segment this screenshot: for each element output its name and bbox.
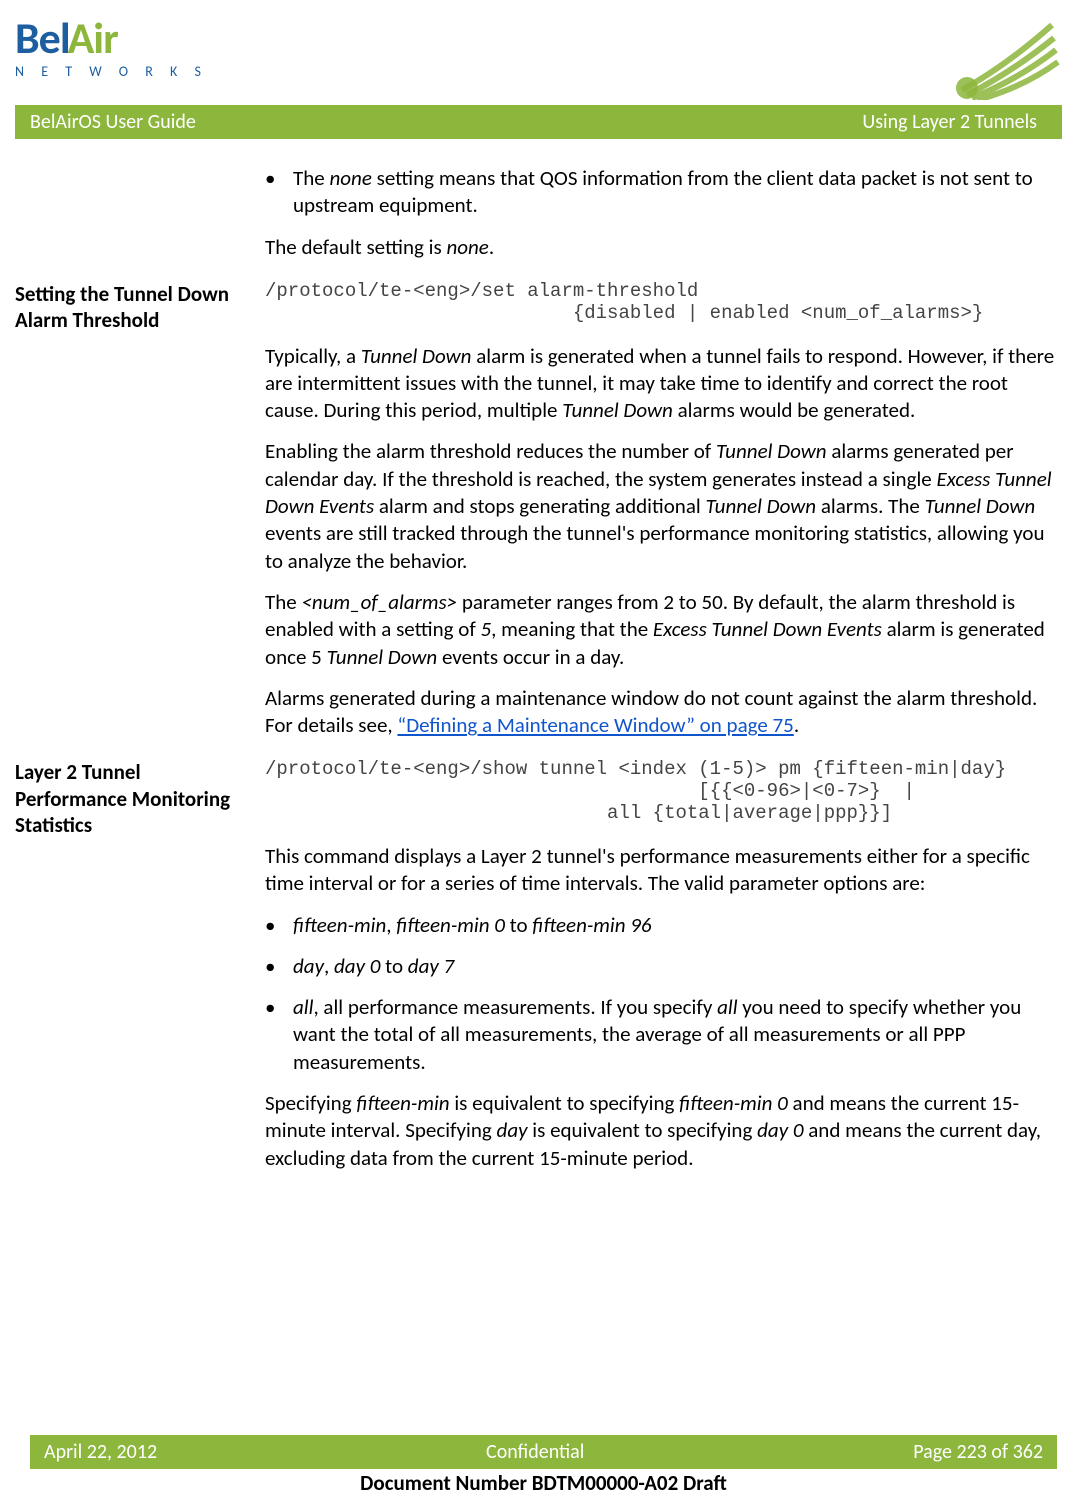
title-bar: BelAirOS User Guide Using Layer 2 Tunnel…: [15, 105, 1062, 139]
section2-cmd: /protocol/te-<eng>/show tunnel <index (1…: [265, 759, 1057, 825]
section1-cmd: /protocol/te-<eng>/set alarm-threshold {…: [265, 281, 1057, 325]
section1-p4: Alarms generated during a maintenance wi…: [265, 685, 1057, 740]
footer-date: April 22, 2012: [44, 1439, 157, 1465]
logo-sub: N E T W O R K S: [15, 63, 215, 81]
section2-b3: all, all performance measurements. If yo…: [293, 994, 1057, 1076]
logo: BelAir N E T W O R K S: [15, 10, 215, 81]
bullet-icon: •: [265, 912, 293, 939]
swoosh-icon: [942, 10, 1062, 100]
footer-confidential: Confidential: [486, 1439, 584, 1465]
section1-p1: Typically, a Tunnel Down alarm is genera…: [265, 343, 1057, 425]
section1-label: Setting the Tunnel Down Alarm Threshold: [15, 281, 240, 334]
maintenance-window-link[interactable]: “Defining a Maintenance Window” on page …: [397, 712, 793, 738]
section2-p2: Specifying fifteen-min is equivalent to …: [265, 1090, 1057, 1172]
footer-page: Page 223 of 362: [913, 1439, 1043, 1465]
document-number: Document Number BDTM00000-A02 Draft: [0, 1470, 1087, 1497]
footer-bar: April 22, 2012 Confidential Page 223 of …: [30, 1435, 1057, 1469]
bullet-icon: •: [265, 165, 293, 220]
bullet-icon: •: [265, 994, 293, 1076]
section1-p2: Enabling the alarm threshold reduces the…: [265, 438, 1057, 574]
section2-label: Layer 2 Tunnel Performance Monitoring St…: [15, 759, 240, 838]
intro-default: The default setting is none.: [265, 234, 1057, 261]
section2-p1: This command displays a Layer 2 tunnel's…: [265, 843, 1057, 898]
title-right: Using Layer 2 Tunnels: [862, 109, 1037, 135]
section2-b1: fifteen-min, fifteen-min 0 to fifteen-mi…: [293, 912, 1057, 939]
section1-p3: The <num_of_alarms> parameter ranges fro…: [265, 589, 1057, 671]
section2-b2: day, day 0 to day 7: [293, 953, 1057, 980]
intro-bullet: The none setting means that QOS informat…: [293, 165, 1057, 220]
logo-bel: Bel: [15, 10, 70, 67]
logo-air: Air: [68, 10, 118, 67]
bullet-icon: •: [265, 953, 293, 980]
title-left: BelAirOS User Guide: [30, 109, 196, 135]
